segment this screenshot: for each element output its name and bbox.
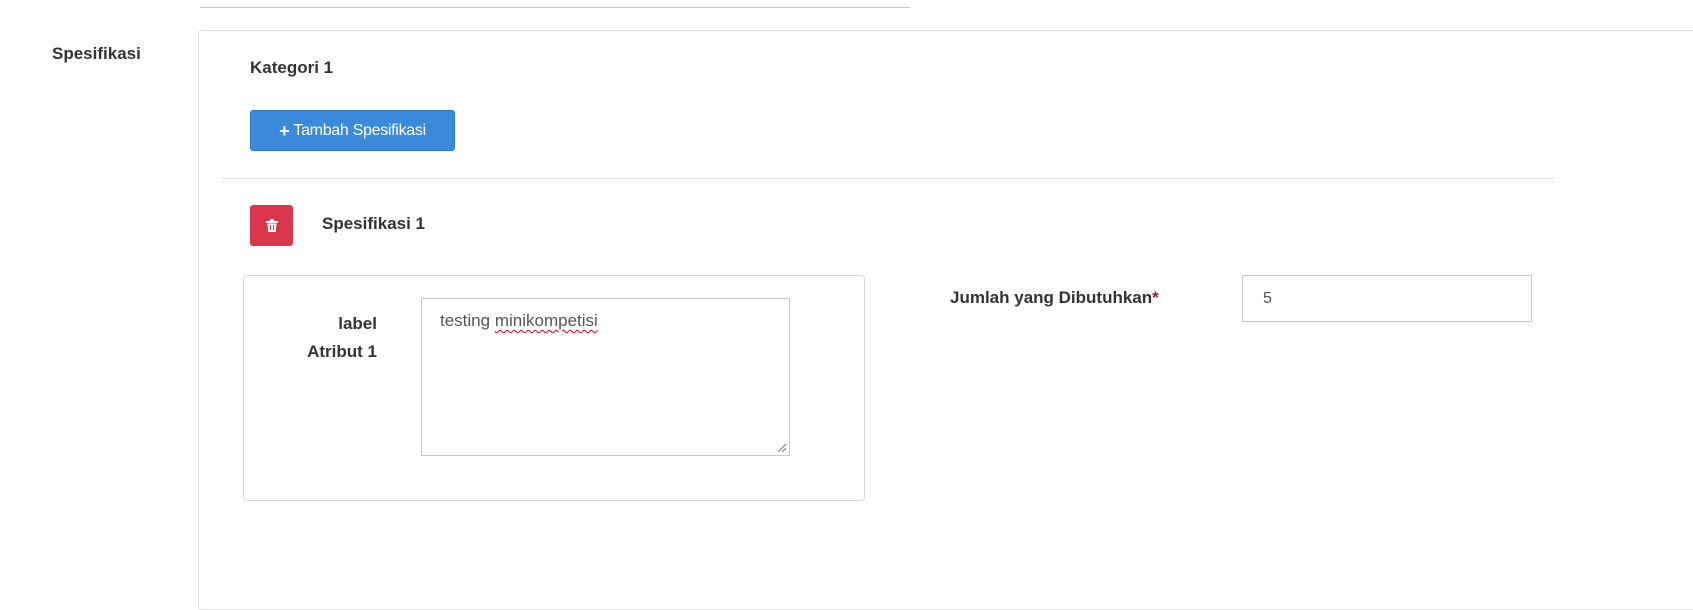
- section-label: Spesifikasi: [52, 44, 141, 63]
- required-marker: *: [1152, 288, 1159, 307]
- section-divider: [221, 178, 1555, 179]
- spesifikasi-title: Spesifikasi 1: [322, 214, 426, 233]
- attribute-textarea[interactable]: testing minikompetisi: [421, 298, 790, 456]
- add-spesifikasi-button[interactable]: + Tambah Spesifikasi: [250, 110, 455, 151]
- add-spesifikasi-label: Tambah Spesifikasi: [293, 121, 426, 139]
- attribute-label-line2: Atribut 1: [307, 342, 377, 361]
- resize-handle-icon[interactable]: [777, 443, 787, 453]
- quantity-label: Jumlah yang Dibutuhkan*: [950, 288, 1159, 308]
- quantity-label-text: Jumlah yang Dibutuhkan: [950, 288, 1153, 307]
- plus-icon: +: [279, 120, 290, 141]
- attribute-label: label Atribut 1: [262, 310, 377, 366]
- top-divider: [200, 7, 910, 8]
- attribute-value-word2: minikompetisi: [494, 311, 598, 330]
- attribute-value-word1: testing: [440, 311, 491, 330]
- trash-icon: [265, 219, 278, 232]
- kategori-title: Kategori 1: [250, 58, 334, 77]
- quantity-value: 5: [1263, 289, 1272, 307]
- delete-spesifikasi-button[interactable]: [250, 205, 293, 246]
- attribute-label-line1: label: [338, 314, 377, 333]
- quantity-input[interactable]: 5: [1242, 275, 1532, 322]
